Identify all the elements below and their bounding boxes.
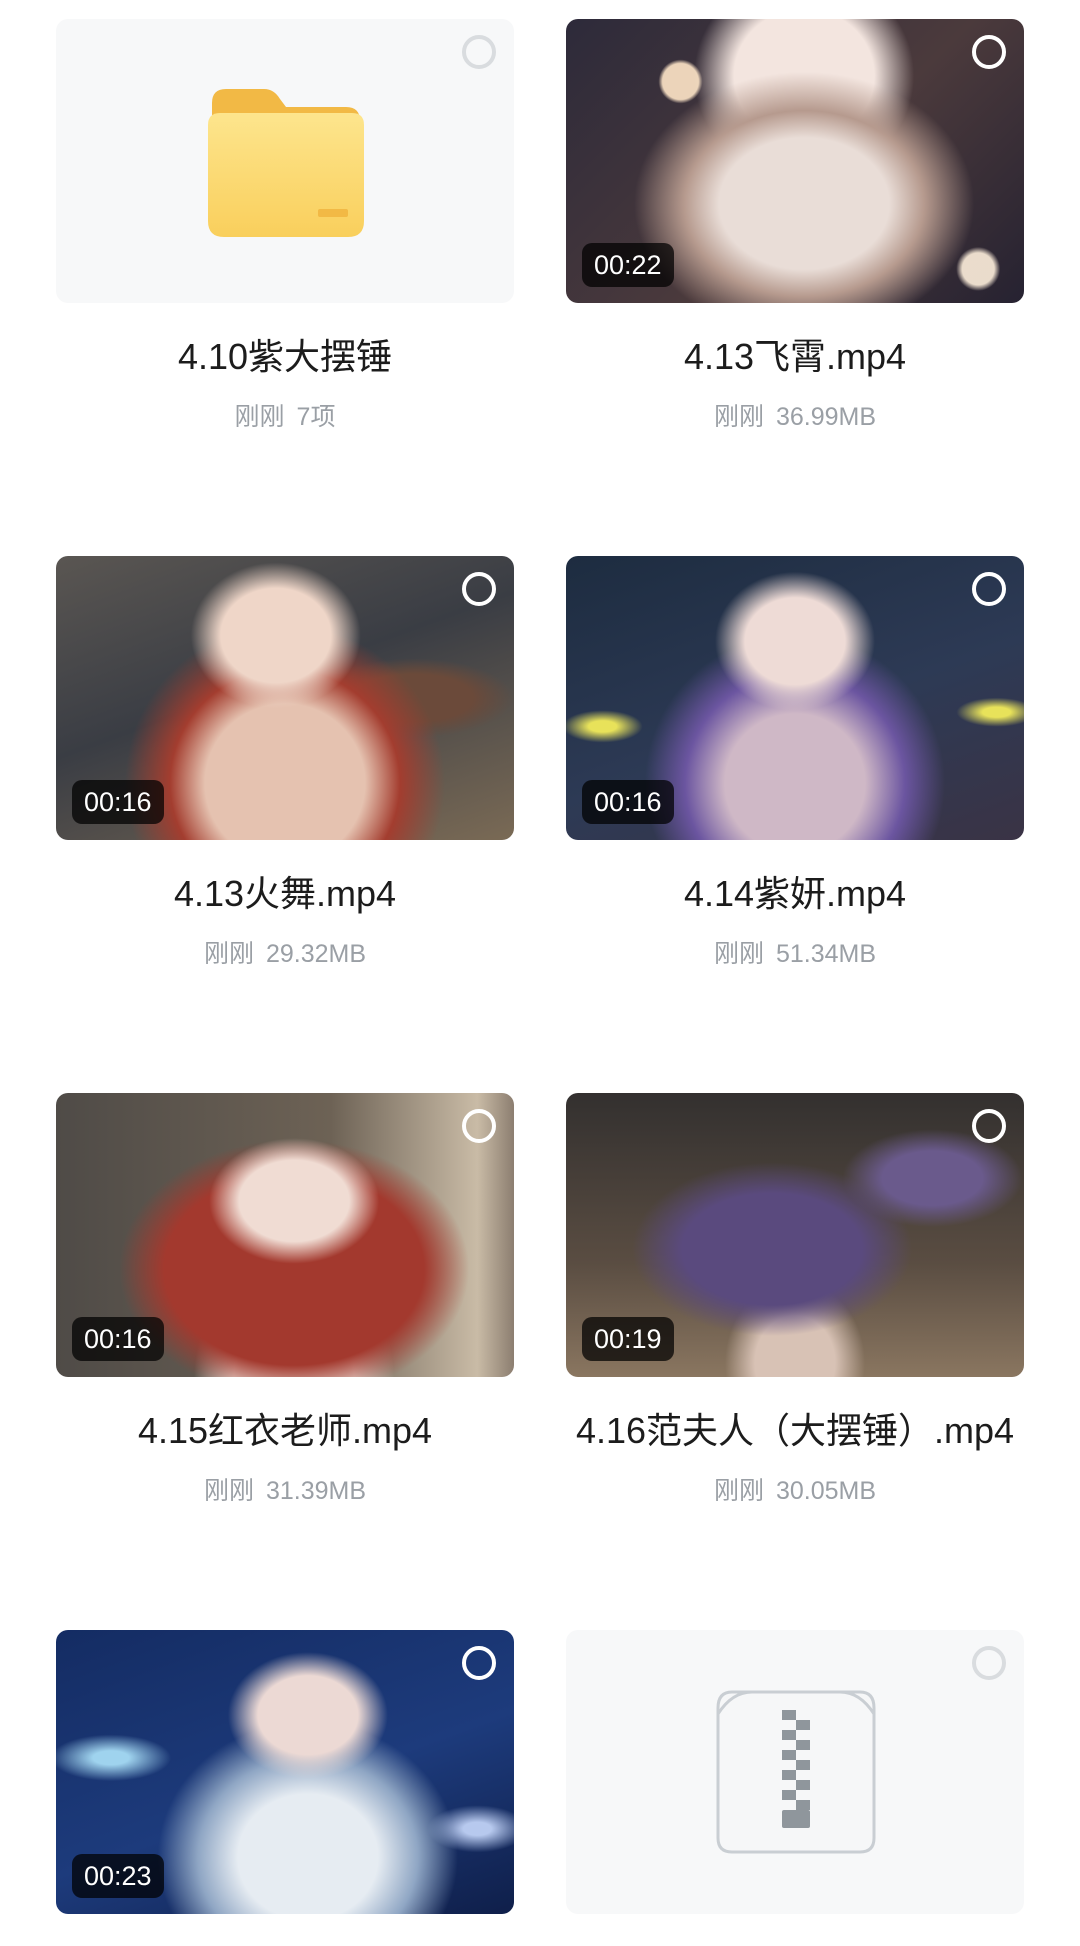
duration-badge: 00:16 xyxy=(72,1317,164,1361)
file-name: 4.15红衣老师.mp4 xyxy=(137,1410,433,1451)
file-meta: 刚刚 29.32MB xyxy=(56,938,514,970)
file-meta: 刚刚 51.34MB xyxy=(566,938,1024,970)
thumbnail[interactable] xyxy=(56,19,514,303)
file-meta: 刚刚 7项 xyxy=(56,401,514,433)
file-time: 刚刚 xyxy=(234,403,285,431)
video-thumbnail[interactable]: 00:23 xyxy=(56,1630,514,1914)
select-circle-icon[interactable] xyxy=(972,1109,1006,1143)
video-thumbnail[interactable]: 00:22 xyxy=(566,19,1024,303)
thumbnail[interactable] xyxy=(566,1630,1024,1914)
select-circle-icon[interactable] xyxy=(462,1109,496,1143)
folder-icon xyxy=(208,89,364,237)
select-circle-icon[interactable] xyxy=(462,1646,496,1680)
grid-item-video[interactable]: 00:16 4.15红衣老师.mp4 刚刚 31.39MB xyxy=(56,1093,514,1507)
video-thumbnail[interactable]: 00:16 xyxy=(56,556,514,840)
file-size: 7项 xyxy=(296,403,336,431)
grid-item-folder[interactable]: 4.10紫大摆锤 刚刚 7项 xyxy=(56,19,514,433)
file-time: 刚刚 xyxy=(713,403,764,431)
file-time: 刚刚 xyxy=(713,1477,764,1505)
grid-item-video[interactable]: 00:16 4.13火舞.mp4 刚刚 29.32MB xyxy=(56,556,514,970)
select-circle-icon[interactable] xyxy=(972,35,1006,69)
video-thumbnail[interactable]: 00:16 xyxy=(566,556,1024,840)
file-name: 4.10紫大摆锤 xyxy=(177,336,393,377)
duration-badge: 00:16 xyxy=(582,780,674,824)
file-size: 51.34MB xyxy=(775,940,877,968)
select-circle-icon[interactable] xyxy=(972,1646,1006,1680)
select-circle-icon[interactable] xyxy=(462,35,496,69)
grid-item-archive[interactable] xyxy=(566,1630,1024,1914)
grid-item-video[interactable]: 00:19 4.16范夫人（大摆锤）.mp4 刚刚 30.05MB xyxy=(566,1093,1024,1507)
select-circle-icon[interactable] xyxy=(462,572,496,606)
file-time: 刚刚 xyxy=(203,1477,254,1505)
grid-item-video[interactable]: 00:16 4.14紫妍.mp4 刚刚 51.34MB xyxy=(566,556,1024,970)
select-circle-icon[interactable] xyxy=(972,572,1006,606)
video-thumbnail[interactable]: 00:19 xyxy=(566,1093,1024,1377)
file-name: 4.14紫妍.mp4 xyxy=(683,873,907,914)
file-name: 4.13飞霄.mp4 xyxy=(683,336,907,377)
file-meta: 刚刚 30.05MB xyxy=(566,1475,1024,1507)
file-time: 刚刚 xyxy=(713,940,764,968)
file-size: 30.05MB xyxy=(775,1477,877,1505)
duration-badge: 00:16 xyxy=(72,780,164,824)
grid-item-video[interactable]: 00:22 4.13飞霄.mp4 刚刚 36.99MB xyxy=(566,19,1024,433)
zip-archive-icon xyxy=(716,1690,876,1854)
file-name: 4.16范夫人（大摆锤）.mp4 xyxy=(575,1410,1015,1451)
duration-badge: 00:19 xyxy=(582,1317,674,1361)
grid-item-video[interactable]: 00:23 xyxy=(56,1630,514,1914)
file-time: 刚刚 xyxy=(203,940,254,968)
duration-badge: 00:22 xyxy=(582,243,674,287)
file-grid: 4.10紫大摆锤 刚刚 7项 00:22 4.13飞霄.mp4 刚刚 36.99MB… xyxy=(0,0,1080,1946)
file-size: 29.32MB xyxy=(265,940,367,968)
duration-badge: 00:23 xyxy=(72,1854,164,1898)
file-meta: 刚刚 31.39MB xyxy=(56,1475,514,1507)
file-size: 36.99MB xyxy=(775,403,877,431)
video-thumbnail[interactable]: 00:16 xyxy=(56,1093,514,1377)
file-size: 31.39MB xyxy=(265,1477,367,1505)
file-name: 4.13火舞.mp4 xyxy=(173,873,397,914)
file-meta: 刚刚 36.99MB xyxy=(566,401,1024,433)
